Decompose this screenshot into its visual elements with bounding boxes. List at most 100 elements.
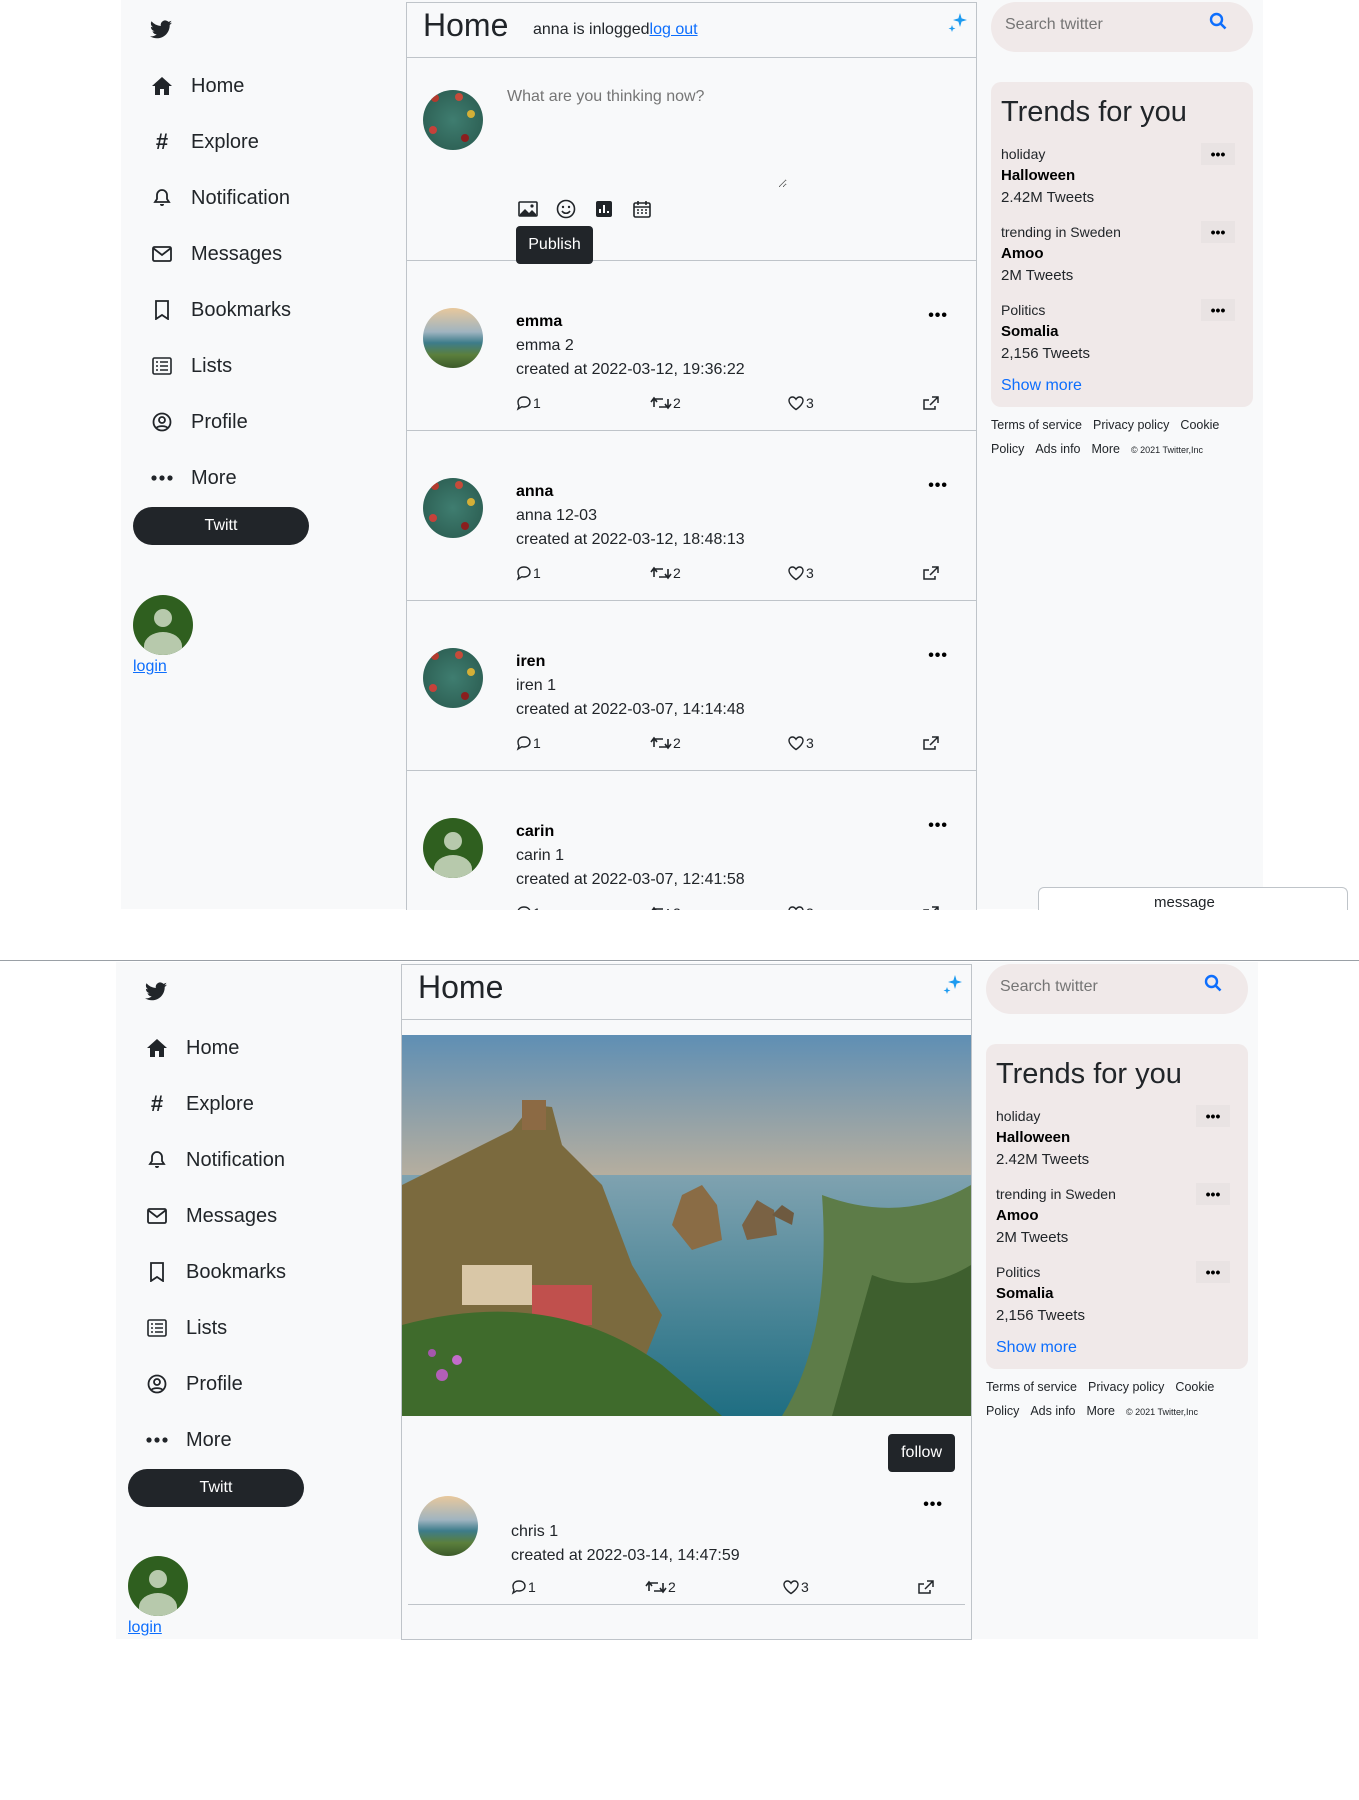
cookie-link[interactable]: Cookie — [1180, 418, 1219, 432]
nav-item-explore[interactable]: # Explore — [144, 1088, 254, 1120]
logout-link[interactable]: log out — [650, 21, 698, 38]
search-icon[interactable] — [1204, 974, 1222, 992]
avatar[interactable] — [423, 818, 483, 878]
policy-link[interactable]: Policy — [991, 442, 1024, 456]
post-image[interactable] — [402, 1035, 971, 1416]
sparkle-icon[interactable] — [941, 973, 965, 997]
nav-item-notification[interactable]: Notification — [149, 182, 290, 214]
share-button[interactable] — [917, 1579, 936, 1595]
privacy-link[interactable]: Privacy policy — [1088, 1380, 1164, 1394]
more-options-icon[interactable]: ••• — [928, 307, 948, 325]
terms-link[interactable]: Terms of service — [991, 418, 1082, 432]
ads-info-link[interactable]: Ads info — [1035, 442, 1080, 456]
nav-item-bookmarks[interactable]: Bookmarks — [149, 294, 291, 326]
terms-link[interactable]: Terms of service — [986, 1380, 1077, 1394]
tweet-row[interactable]: carin ••• carin 1 created at 2022-03-07, 12… — [407, 771, 976, 910]
avatar[interactable] — [133, 595, 193, 655]
avatar[interactable] — [423, 648, 483, 708]
policy-link[interactable]: Policy — [986, 1404, 1019, 1418]
show-more-link[interactable]: Show more — [996, 1339, 1238, 1357]
more-options-icon[interactable]: ••• — [1196, 1183, 1230, 1205]
retweet-button[interactable]: 2 — [650, 565, 681, 581]
tweet-row[interactable]: iren ••• iren 1 created at 2022-03-07, 14:1… — [407, 601, 976, 771]
reply-button[interactable]: 1 — [516, 395, 541, 411]
avatar[interactable] — [128, 1556, 188, 1616]
tweet-row[interactable]: emma ••• emma 2 created at 2022-03-12, 19:3… — [407, 261, 976, 431]
tweet-username[interactable]: iren — [516, 653, 545, 671]
nav-item-lists[interactable]: Lists — [149, 350, 232, 382]
nav-item-profile[interactable]: Profile — [144, 1368, 243, 1400]
tweet-input[interactable] — [507, 88, 787, 188]
like-button[interactable]: 3 — [787, 735, 814, 751]
like-button[interactable]: 3 — [787, 565, 814, 581]
search-input[interactable] — [1005, 16, 1195, 34]
share-button[interactable] — [922, 395, 941, 411]
trend-item[interactable]: Politics Somalia 2,156 Tweets ••• — [996, 1261, 1238, 1327]
nav-item-more[interactable]: More — [144, 1424, 232, 1456]
image-icon[interactable] — [516, 197, 540, 221]
more-options-icon[interactable]: ••• — [1201, 221, 1235, 243]
reply-button[interactable]: 1 — [516, 565, 541, 581]
tweet-row[interactable]: anna ••• anna 12-03 created at 2022-03-12, … — [407, 431, 976, 601]
like-button[interactable]: 3 — [787, 395, 814, 411]
nav-item-explore[interactable]: # Explore — [149, 126, 259, 158]
like-button[interactable]: 3 — [787, 905, 814, 910]
tweet-username[interactable]: carin — [516, 823, 554, 841]
emoji-icon[interactable] — [554, 197, 578, 221]
login-link[interactable]: login — [128, 1619, 162, 1637]
trend-item[interactable]: trending in Sweden Amoo 2M Tweets ••• — [1001, 221, 1243, 287]
nav-item-home[interactable]: Home — [144, 1032, 239, 1064]
twitt-button[interactable]: Twitt — [133, 507, 309, 545]
privacy-link[interactable]: Privacy policy — [1093, 418, 1169, 432]
more-options-icon[interactable]: ••• — [1201, 143, 1235, 165]
retweet-button[interactable]: 2 — [645, 1579, 676, 1595]
reply-button[interactable]: 1 — [516, 735, 541, 751]
follow-button[interactable]: follow — [888, 1434, 955, 1472]
more-options-icon[interactable]: ••• — [923, 1496, 943, 1514]
more-options-icon[interactable]: ••• — [928, 817, 948, 835]
nav-item-more[interactable]: More — [149, 462, 237, 494]
share-button[interactable] — [922, 565, 941, 581]
avatar[interactable] — [423, 308, 483, 368]
search-input[interactable] — [1000, 978, 1190, 996]
calendar-icon[interactable] — [630, 197, 654, 221]
nav-item-messages[interactable]: Messages — [144, 1200, 277, 1232]
nav-item-lists[interactable]: Lists — [144, 1312, 227, 1344]
trend-item[interactable]: holiday Halloween 2.42M Tweets ••• — [996, 1105, 1238, 1171]
trend-item[interactable]: Politics Somalia 2,156 Tweets ••• — [1001, 299, 1243, 365]
twitter-logo-icon[interactable] — [149, 18, 173, 42]
nav-item-notification[interactable]: Notification — [144, 1144, 285, 1176]
more-link[interactable]: More — [1087, 1404, 1115, 1418]
publish-button[interactable]: Publish — [516, 226, 593, 264]
login-link[interactable]: login — [133, 658, 167, 676]
ads-info-link[interactable]: Ads info — [1030, 1404, 1075, 1418]
nav-item-bookmarks[interactable]: Bookmarks — [144, 1256, 286, 1288]
more-link[interactable]: More — [1092, 442, 1120, 456]
show-more-link[interactable]: Show more — [1001, 377, 1243, 395]
trend-item[interactable]: holiday Halloween 2.42M Tweets ••• — [1001, 143, 1243, 209]
share-button[interactable] — [922, 905, 941, 910]
more-options-icon[interactable]: ••• — [928, 647, 948, 665]
poll-icon[interactable] — [592, 197, 616, 221]
reply-button[interactable]: 1 — [516, 905, 541, 910]
more-options-icon[interactable]: ••• — [1196, 1261, 1230, 1283]
more-options-icon[interactable]: ••• — [928, 477, 948, 495]
retweet-button[interactable]: 2 — [650, 905, 681, 910]
share-button[interactable] — [922, 735, 941, 751]
nav-item-home[interactable]: Home — [149, 70, 244, 102]
nav-item-messages[interactable]: Messages — [149, 238, 282, 270]
more-options-icon[interactable]: ••• — [1201, 299, 1235, 321]
like-button[interactable]: 3 — [782, 1579, 809, 1595]
tweet-username[interactable]: emma — [516, 313, 562, 331]
retweet-button[interactable]: 2 — [650, 735, 681, 751]
more-options-icon[interactable]: ••• — [1196, 1105, 1230, 1127]
trend-item[interactable]: trending in Sweden Amoo 2M Tweets ••• — [996, 1183, 1238, 1249]
search-icon[interactable] — [1209, 12, 1227, 30]
avatar[interactable] — [423, 478, 483, 538]
tweet-username[interactable]: anna — [516, 483, 553, 501]
retweet-button[interactable]: 2 — [650, 395, 681, 411]
reply-button[interactable]: 1 — [511, 1579, 536, 1595]
nav-item-profile[interactable]: Profile — [149, 406, 248, 438]
cookie-link[interactable]: Cookie — [1175, 1380, 1214, 1394]
twitter-logo-icon[interactable] — [144, 980, 168, 1004]
